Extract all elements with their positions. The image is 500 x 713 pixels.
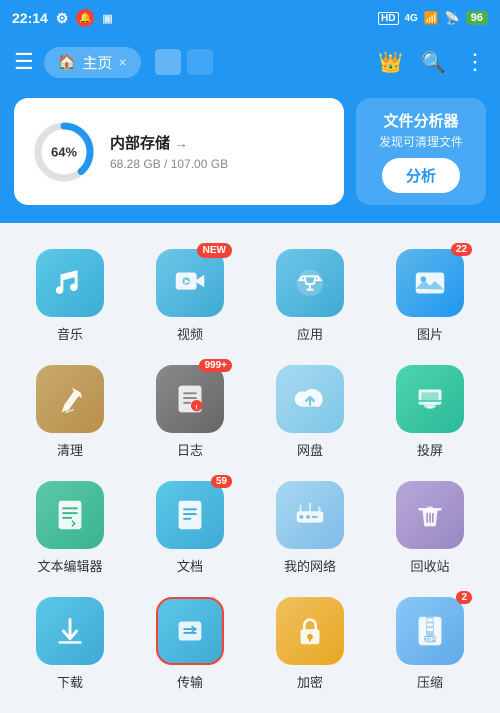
grid-label-8: 文本编辑器 <box>37 556 102 575</box>
status-time: 22:14 <box>12 10 48 26</box>
analyzer-title: 文件分析器 <box>383 110 458 131</box>
battery-display: 96 <box>466 11 488 25</box>
grid-label-3: 图片 <box>417 324 443 343</box>
app-grid: 音乐 NEW 视频 应用 22 图片 清理 ! 999+ 日志 网盘 投屏 <box>10 239 490 703</box>
wifi-icon: 📡 <box>445 11 460 25</box>
grid-label-9: 文档 <box>177 556 203 575</box>
grid-item-我的网络[interactable]: 我的网络 <box>250 471 370 587</box>
tab-placeholder-2 <box>187 49 213 75</box>
badge-视频: NEW <box>197 243 232 258</box>
app-icon-5: ! 999+ <box>156 365 224 433</box>
settings-icon: ⚙ <box>56 10 69 27</box>
storage-arrow-icon: → <box>174 135 188 151</box>
grid-item-音乐[interactable]: 音乐 <box>10 239 130 355</box>
toolbar: ☰ 🏠 主页 × 👑 🔍 ⋮ <box>0 36 500 88</box>
menu-button[interactable]: ☰ <box>14 49 34 75</box>
grid-item-压缩[interactable]: ZIP 2 压缩 <box>370 587 490 703</box>
status-left: 22:14 ⚙ 🔔 ▣ <box>12 9 113 27</box>
more-button[interactable]: ⋮ <box>464 49 486 75</box>
app-icon-3: 22 <box>396 249 464 317</box>
header-area: 64% 内部存储 → 68.28 GB / 107.00 GB 文件分析器 发现… <box>0 88 500 223</box>
storage-donut: 64% <box>32 120 96 184</box>
app-icon-8 <box>36 481 104 549</box>
grid-item-文本编辑器[interactable]: 文本编辑器 <box>10 471 130 587</box>
crown-icon[interactable]: 👑 <box>378 50 403 75</box>
home-tab-label: 主页 <box>82 52 112 73</box>
grid-area: 音乐 NEW 视频 应用 22 图片 清理 ! 999+ 日志 网盘 投屏 <box>0 223 500 713</box>
grid-item-应用[interactable]: 应用 <box>250 239 370 355</box>
badge-图片: 22 <box>451 243 472 256</box>
analyzer-subtitle: 发现可清理文件 <box>379 133 463 150</box>
app-icon-1: NEW <box>156 249 224 317</box>
app-icon-2 <box>276 249 344 317</box>
extra-icon: ▣ <box>102 12 112 25</box>
tab-placeholders <box>155 49 213 75</box>
badge-压缩: 2 <box>456 591 472 604</box>
grid-item-传输[interactable]: 传输 <box>130 587 250 703</box>
app-icon-9: 59 <box>156 481 224 549</box>
grid-label-13: 传输 <box>177 672 203 691</box>
grid-label-4: 清理 <box>57 440 83 459</box>
grid-item-图片[interactable]: 22 图片 <box>370 239 490 355</box>
status-bar: 22:14 ⚙ 🔔 ▣ HD 4G 📶 📡 96 <box>0 0 500 36</box>
analyzer-card: 文件分析器 发现可清理文件 分析 <box>356 98 486 205</box>
search-button[interactable]: 🔍 <box>421 50 446 75</box>
storage-info: 内部存储 → 68.28 GB / 107.00 GB <box>110 132 326 171</box>
storage-percent: 64% <box>51 144 77 159</box>
grid-item-清理[interactable]: 清理 <box>10 355 130 471</box>
grid-item-下载[interactable]: 下载 <box>10 587 130 703</box>
grid-item-文档[interactable]: 59 文档 <box>130 471 250 587</box>
badge-日志: 999+ <box>199 359 232 372</box>
grid-label-11: 回收站 <box>410 556 449 575</box>
app-icon-14 <box>276 597 344 665</box>
app-icon-15: ZIP 2 <box>396 597 464 665</box>
app-icon-13 <box>156 597 224 665</box>
storage-title: 内部存储 → <box>110 132 326 153</box>
4g-icon: 4G <box>405 13 418 24</box>
home-icon: 🏠 <box>58 53 77 71</box>
grid-label-2: 应用 <box>297 324 323 343</box>
grid-label-10: 我的网络 <box>284 556 336 575</box>
toolbar-right-icons: 👑 🔍 ⋮ <box>378 49 486 75</box>
grid-item-日志[interactable]: ! 999+ 日志 <box>130 355 250 471</box>
grid-label-1: 视频 <box>177 324 203 343</box>
grid-label-14: 加密 <box>297 672 323 691</box>
svg-text:ZIP: ZIP <box>425 636 436 643</box>
grid-label-0: 音乐 <box>57 324 83 343</box>
app-icon-6 <box>276 365 344 433</box>
storage-usage: 68.28 GB / 107.00 GB <box>110 157 326 171</box>
notification-icon: 🔔 <box>76 9 94 27</box>
app-icon-12 <box>36 597 104 665</box>
app-icon-11 <box>396 481 464 549</box>
grid-label-7: 投屏 <box>417 440 443 459</box>
badge-文档: 59 <box>211 475 232 488</box>
grid-label-5: 日志 <box>177 440 203 459</box>
app-icon-4 <box>36 365 104 433</box>
signal-icon: 📶 <box>424 11 439 25</box>
grid-label-6: 网盘 <box>297 440 323 459</box>
home-tab[interactable]: 🏠 主页 × <box>44 47 141 78</box>
grid-item-回收站[interactable]: 回收站 <box>370 471 490 587</box>
app-icon-0 <box>36 249 104 317</box>
grid-item-加密[interactable]: 加密 <box>250 587 370 703</box>
tab-close-button[interactable]: × <box>118 54 126 70</box>
svg-text:!: ! <box>196 404 198 411</box>
hd-icon: HD <box>378 12 398 25</box>
storage-card[interactable]: 64% 内部存储 → 68.28 GB / 107.00 GB <box>14 98 344 205</box>
tab-placeholder-1 <box>155 49 181 75</box>
grid-label-15: 压缩 <box>417 672 443 691</box>
status-right: HD 4G 📶 📡 96 <box>378 11 488 25</box>
grid-item-投屏[interactable]: 投屏 <box>370 355 490 471</box>
grid-item-视频[interactable]: NEW 视频 <box>130 239 250 355</box>
app-icon-7 <box>396 365 464 433</box>
app-icon-10 <box>276 481 344 549</box>
analyze-button[interactable]: 分析 <box>382 158 460 193</box>
grid-label-12: 下载 <box>57 672 83 691</box>
grid-item-网盘[interactable]: 网盘 <box>250 355 370 471</box>
